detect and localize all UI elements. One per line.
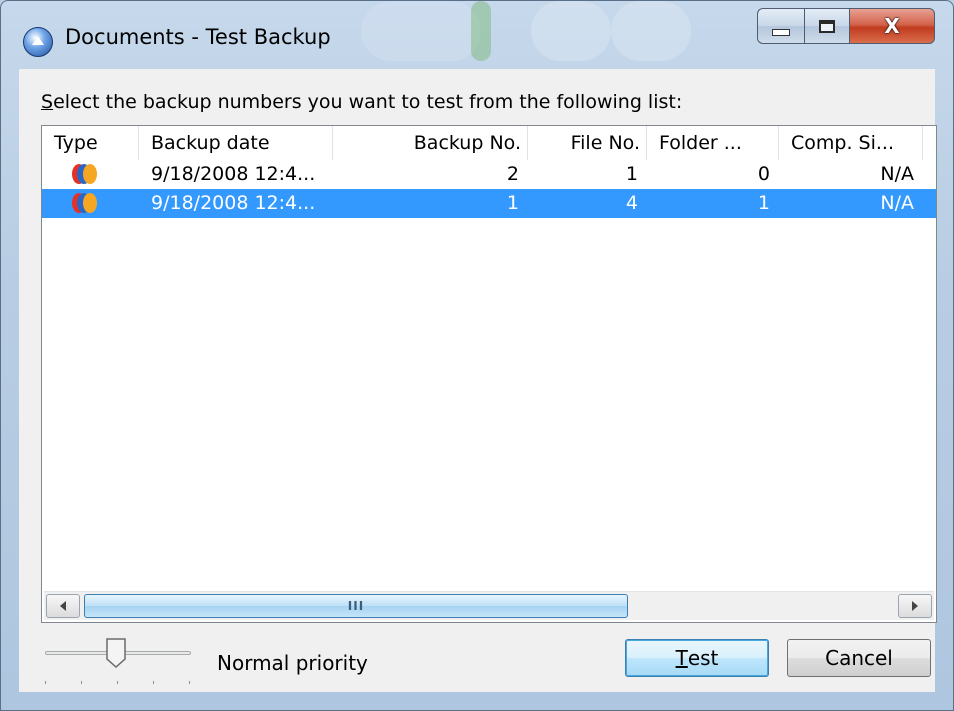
list-rows: 9/18/2008 12:4... 2 1 0 N/A 9/18/2008 12… xyxy=(42,160,936,218)
table-row[interactable]: 9/18/2008 12:4... 2 1 0 N/A xyxy=(42,160,936,189)
scroll-right-button[interactable] xyxy=(898,594,932,618)
column-header-file-no[interactable]: File No. xyxy=(528,126,647,160)
instruction-label: Select the backup numbers you want to te… xyxy=(41,91,682,113)
close-icon: X xyxy=(884,14,900,38)
backup-type-icon xyxy=(72,164,98,184)
file-no-cell: 1 xyxy=(625,163,638,185)
maximize-button[interactable] xyxy=(804,8,849,44)
backup-no-cell: 1 xyxy=(506,192,519,214)
backup-date-cell: 9/18/2008 12:4... xyxy=(151,192,316,214)
cancel-button[interactable]: Cancel xyxy=(787,639,931,677)
maximize-icon xyxy=(819,19,835,33)
title-bar[interactable]: Documents - Test Backup X xyxy=(1,1,953,69)
slider-tick xyxy=(117,681,118,684)
list-header: Type Backup date Backup No. File No. Fol… xyxy=(42,126,936,160)
window-title: Documents - Test Backup xyxy=(65,25,331,49)
slider-tick xyxy=(81,681,82,684)
comp-size-cell: N/A xyxy=(880,192,914,214)
caption-buttons: X xyxy=(757,8,935,44)
close-button[interactable]: X xyxy=(849,8,935,44)
scroll-grip-icon: III xyxy=(347,599,365,613)
scroll-thumb[interactable]: III xyxy=(84,594,628,618)
file-no-cell: 4 xyxy=(625,192,638,214)
slider-tick xyxy=(153,681,154,684)
column-header-folder[interactable]: Folder ... xyxy=(647,126,779,160)
comp-size-cell: N/A xyxy=(880,163,914,185)
column-header-type[interactable]: Type xyxy=(42,126,139,160)
scroll-right-icon xyxy=(912,601,918,611)
minimize-icon xyxy=(772,28,790,36)
scroll-left-icon xyxy=(60,601,66,611)
table-row-selected[interactable]: 9/18/2008 12:4... 1 4 1 N/A xyxy=(42,189,936,218)
scroll-left-button[interactable] xyxy=(46,594,80,618)
folder-cell: 1 xyxy=(757,192,770,214)
backup-no-cell: 2 xyxy=(506,163,519,185)
horizontal-scrollbar[interactable]: III xyxy=(44,591,934,620)
backup-list[interactable]: Type Backup date Backup No. File No. Fol… xyxy=(41,125,937,623)
priority-slider[interactable] xyxy=(45,635,193,685)
upload-disc-icon[interactable] xyxy=(23,27,53,57)
column-header-backup-date[interactable]: Backup date xyxy=(139,126,333,160)
slider-tick xyxy=(45,681,46,684)
backup-date-cell: 9/18/2008 12:4... xyxy=(151,163,316,185)
instruction-accelerator: S xyxy=(41,91,54,113)
type-cell xyxy=(42,160,139,189)
column-header-comp-size[interactable]: Comp. Si... xyxy=(779,126,923,160)
test-backup-dialog: Documents - Test Backup X Select the bac… xyxy=(0,0,954,711)
test-label: est xyxy=(687,646,719,670)
test-accelerator: T xyxy=(675,646,688,670)
dialog-client-area: Select the backup numbers you want to te… xyxy=(19,69,937,692)
priority-label: Normal priority xyxy=(217,651,368,675)
folder-cell: 0 xyxy=(757,163,770,185)
test-button[interactable]: Test xyxy=(625,639,769,677)
minimize-button[interactable] xyxy=(757,8,804,44)
type-cell xyxy=(42,189,139,218)
backup-type-icon xyxy=(72,193,98,213)
slider-tick xyxy=(189,681,190,684)
instruction-text: elect the backup numbers you want to tes… xyxy=(53,91,683,113)
slider-thumb[interactable] xyxy=(105,637,127,669)
column-header-backup-no[interactable]: Backup No. xyxy=(333,126,528,160)
